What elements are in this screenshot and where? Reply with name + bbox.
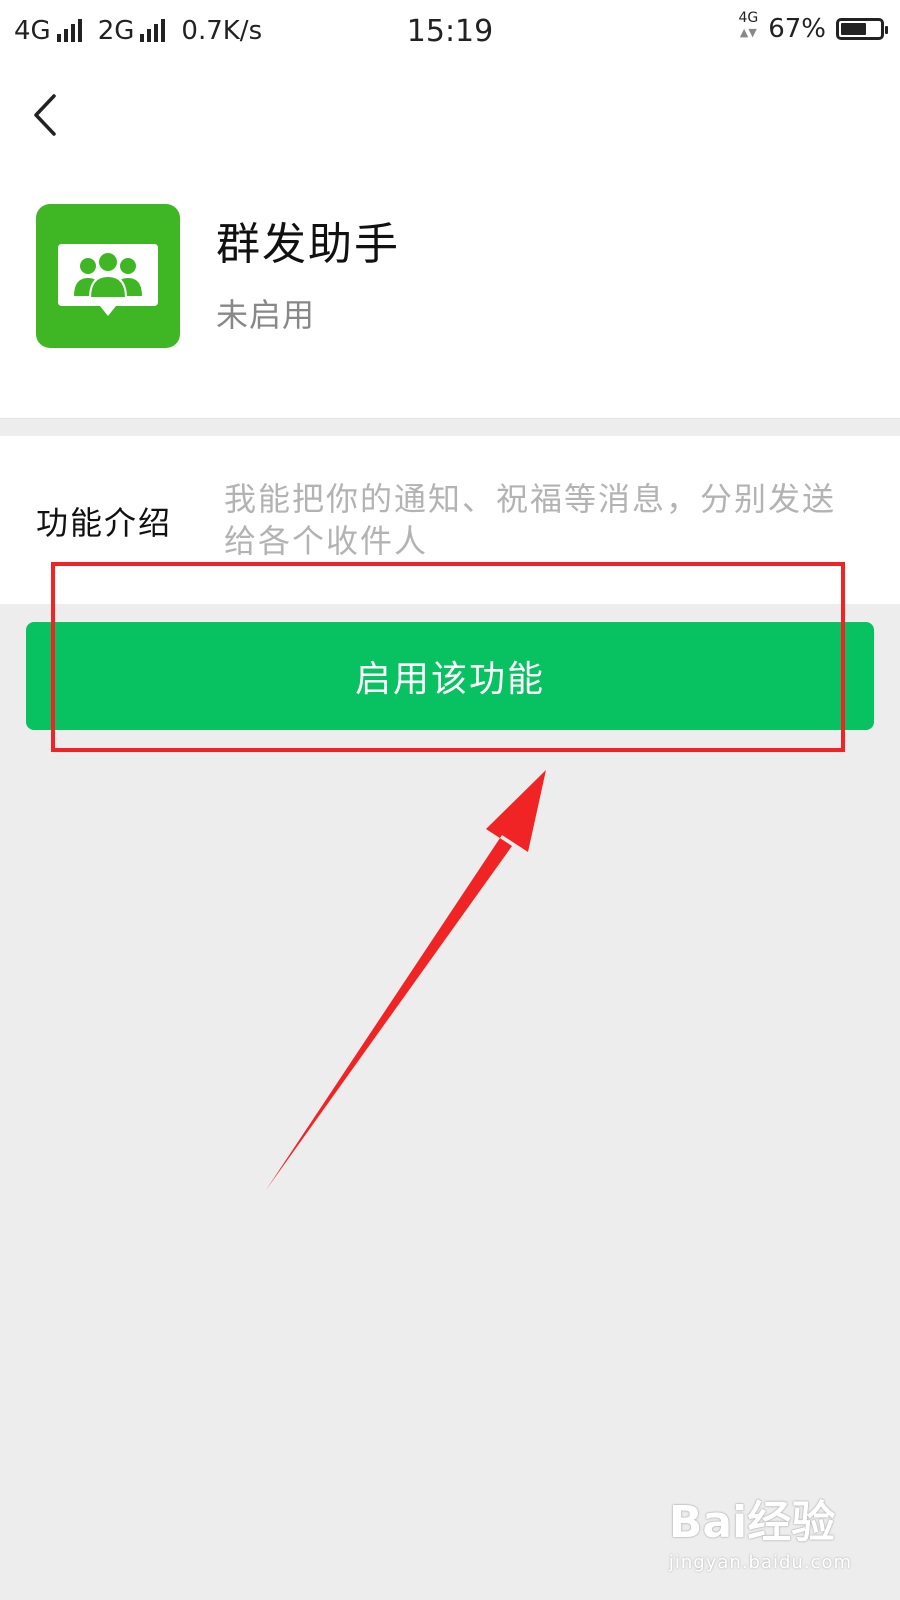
intro-description: 我能把你的通知、祝福等消息，分别发送给各个收件人 [224, 480, 837, 560]
watermark-url: jingyan.baidu.com [668, 1552, 852, 1573]
battery-fill [841, 23, 866, 35]
chevron-left-icon [34, 94, 56, 136]
function-intro-row: 功能介绍 我能把你的通知、祝福等消息，分别发送给各个收件人 [0, 436, 900, 604]
back-button[interactable] [28, 90, 68, 140]
group-message-icon [36, 204, 180, 348]
battery-icon [836, 18, 888, 40]
watermark-main: Bai经验 [668, 1497, 836, 1548]
watermark: Bai经验 jingyan.baidu.com [669, 1486, 852, 1573]
status-bar-right: 4G ▲▼ 67% [738, 9, 888, 44]
enable-feature-button[interactable]: 启用该功能 [26, 622, 874, 730]
battery-percent: 67% [768, 14, 826, 44]
data-network-label: 4G [738, 9, 759, 26]
watermark-logo: Bai经验 [669, 1486, 852, 1550]
intro-label: 功能介绍 [36, 504, 173, 542]
app-title: 群发助手 [216, 219, 400, 270]
app-status: 未启用 [216, 296, 316, 334]
status-bar: 4G 2G 0.7K/s 15:19 4G ▲▼ 67% [0, 0, 900, 64]
data-network-icon: 4G ▲▼ [738, 9, 759, 39]
